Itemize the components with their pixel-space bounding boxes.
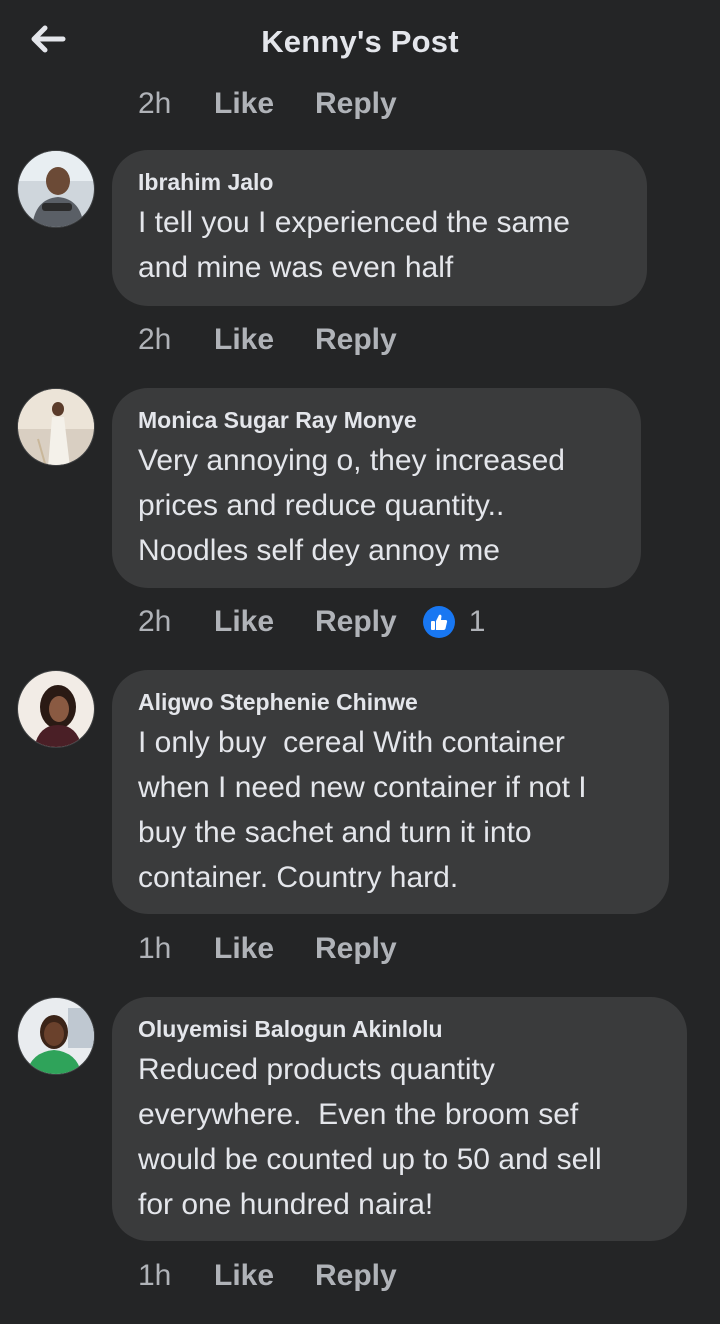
comment-text-line: everywhere. Even the broom sef xyxy=(138,1098,579,1131)
like-button[interactable]: Like xyxy=(214,1259,315,1293)
comment-text-line: prices and reduce quantity.. xyxy=(138,489,505,522)
comment-timestamp: 2h xyxy=(138,323,172,356)
reply-button[interactable]: Reply xyxy=(315,605,397,639)
like-button[interactable]: Like xyxy=(214,323,315,357)
comment-text-line: I tell you I experienced the same xyxy=(138,206,570,239)
like-button[interactable]: Like xyxy=(214,87,315,121)
comment-bubble: Aligwo Stephenie Chinwe I only buy cerea… xyxy=(112,670,669,914)
comment-bubble: Oluyemisi Balogun Akinlolu Reduced produ… xyxy=(112,997,687,1241)
comment-meta-row: 1h Like Reply xyxy=(138,927,397,971)
avatar[interactable] xyxy=(17,997,95,1075)
like-button[interactable]: Like xyxy=(214,932,315,966)
comment-timestamp: 1h xyxy=(138,1259,172,1292)
reaction-count: 1 xyxy=(468,605,486,638)
comment-author[interactable]: Oluyemisi Balogun Akinlolu xyxy=(138,1015,661,1043)
avatar[interactable] xyxy=(17,150,95,228)
comment-text-line: I only buy cereal With container xyxy=(138,726,565,759)
comment-text-line: buy the sachet and turn it into xyxy=(138,816,532,849)
comment-text-line: Noodles self dey annoy me xyxy=(138,534,500,567)
comment-timestamp: 1h xyxy=(138,932,172,965)
comment-timestamp: 2h xyxy=(138,605,172,638)
comment-author[interactable]: Aligwo Stephenie Chinwe xyxy=(138,688,643,716)
like-button[interactable]: Like xyxy=(214,605,315,639)
comment-meta-row: 2h Like Reply xyxy=(138,82,397,126)
comment-text-line: and mine was even half xyxy=(138,251,454,284)
comment-text: Very annoying o, they increased prices a… xyxy=(138,438,615,573)
page-title: Kenny's Post xyxy=(261,24,459,59)
comment-meta-row: 2h Like Reply xyxy=(138,318,397,362)
comment-text-line: for one hundred naira! xyxy=(138,1188,434,1221)
comment-meta-row: 2h Like Reply 1 xyxy=(138,600,485,644)
app-header: Kenny's Post xyxy=(0,0,720,84)
comment-text-line: Very annoying o, they increased xyxy=(138,444,565,477)
comment-text: Reduced products quantity everywhere. Ev… xyxy=(138,1047,661,1227)
reply-button[interactable]: Reply xyxy=(315,1259,397,1293)
avatar[interactable] xyxy=(17,670,95,748)
comment-text-line: Reduced products quantity xyxy=(138,1053,495,1086)
reaction-summary[interactable]: 1 xyxy=(422,605,486,639)
comment-author[interactable]: Monica Sugar Ray Monye xyxy=(138,406,615,434)
comment-meta-row: 1h Like Reply xyxy=(138,1254,397,1298)
comment-bubble: Monica Sugar Ray Monye Very annoying o, … xyxy=(112,388,641,588)
avatar-image xyxy=(18,998,94,1074)
avatar-image xyxy=(18,151,94,227)
avatar-image xyxy=(18,671,94,747)
comment-bubble: Ibrahim Jalo I tell you I experienced th… xyxy=(112,150,647,306)
reply-button[interactable]: Reply xyxy=(315,87,397,121)
comment-text-line: container. Country hard. xyxy=(138,861,459,894)
avatar-image xyxy=(18,389,94,465)
comment-text-line: would be counted up to 50 and sell xyxy=(138,1143,602,1176)
comment-timestamp: 2h xyxy=(138,87,172,120)
comment-text: I only buy cereal With container when I … xyxy=(138,720,643,900)
thumbs-up-icon xyxy=(422,606,455,638)
comment-author[interactable]: Ibrahim Jalo xyxy=(138,168,621,196)
comment-text: I tell you I experienced the same and mi… xyxy=(138,200,621,290)
reply-button[interactable]: Reply xyxy=(315,932,397,966)
avatar[interactable] xyxy=(17,388,95,466)
comment-text-line: when I need new container if not I xyxy=(138,771,587,804)
reply-button[interactable]: Reply xyxy=(315,323,397,357)
